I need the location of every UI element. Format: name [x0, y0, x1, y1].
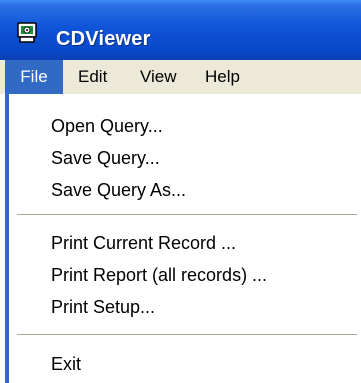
dropdown-left-edge — [5, 94, 9, 383]
menu-item-print-setup[interactable]: Print Setup... — [51, 294, 155, 320]
app-window: CDViewer File Edit View Help Open Query.… — [0, 0, 361, 383]
menu-item-print-report[interactable]: Print Report (all records) ... — [51, 262, 267, 288]
menu-separator — [17, 334, 357, 336]
menu-help[interactable]: Help — [205, 60, 240, 94]
menu-item-exit[interactable]: Exit — [51, 351, 81, 377]
menu-item-print-current-record[interactable]: Print Current Record ... — [51, 230, 236, 256]
menu-file[interactable]: File — [5, 60, 63, 94]
menu-edit[interactable]: Edit — [78, 60, 107, 94]
title-bar[interactable]: CDViewer — [0, 0, 361, 60]
menu-item-open-query[interactable]: Open Query... — [51, 113, 163, 139]
menu-bar: File Edit View Help — [0, 60, 361, 94]
window-title: CDViewer — [56, 28, 151, 50]
menu-item-save-query-as[interactable]: Save Query As... — [51, 177, 186, 203]
menu-separator — [17, 214, 357, 216]
menu-item-save-query[interactable]: Save Query... — [51, 145, 160, 171]
cd-viewer-app-icon[interactable] — [17, 22, 41, 44]
menu-view[interactable]: View — [140, 60, 177, 94]
